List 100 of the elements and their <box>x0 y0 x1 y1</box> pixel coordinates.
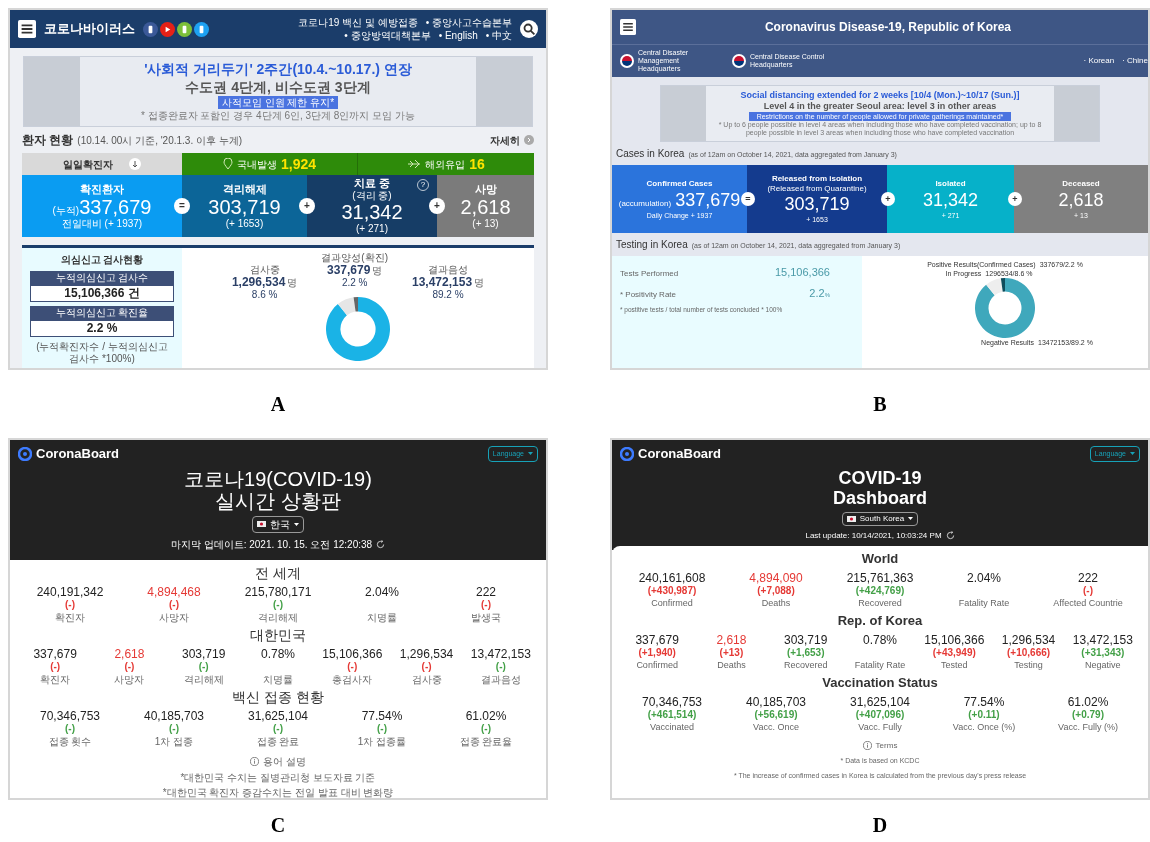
chart-percent: 2.2 % <box>341 277 368 289</box>
stat-label: Tested <box>941 659 968 671</box>
stat-label: 확진자 <box>55 611 85 623</box>
site-title: Coronavirus Disease-19, Republic of Korea <box>763 19 1013 36</box>
field-label: 누적의심신고 확진율 <box>30 306 174 320</box>
stat-label: 접종 완료 <box>256 735 300 747</box>
chart-value: 337,679 <box>326 264 371 276</box>
emblem-icon <box>620 54 634 68</box>
stat-label: Vacc. Fully <box>858 721 902 733</box>
social-media-icon[interactable] <box>177 21 192 37</box>
stat-value: 13,472,153 <box>1072 632 1133 647</box>
social-media-icon[interactable] <box>194 21 209 37</box>
chart-label: 검사중 <box>249 264 280 276</box>
page-title: COVID-19 <box>838 467 922 488</box>
search-icon[interactable] <box>520 20 538 38</box>
stat-value: 77.54% <box>361 708 403 723</box>
daily-label: 국내발생 <box>236 157 277 172</box>
section-title: Rep. of Korea <box>837 611 923 630</box>
banner-headline: '사회적 거리두기' 2주간(10.4.~10.17.) 연장 <box>144 61 412 79</box>
card-title: 확진환자 <box>80 182 124 196</box>
chart-value: 13,472,153 <box>412 276 473 288</box>
stat-value: 0.78% <box>862 632 897 647</box>
country-dropdown[interactable]: South Korea <box>841 511 919 526</box>
stat-value: 31,625,104 <box>247 708 309 723</box>
banner-tag: 사적모임 인원 제한 유지* <box>217 96 339 109</box>
stat-label: Confirmed <box>651 597 693 609</box>
stat-label: Recovered <box>783 659 828 671</box>
menu-icon[interactable] <box>620 19 636 35</box>
field-label: 누적의심신고 검사수 <box>30 271 174 285</box>
card-subtitle: (격리 중) <box>352 190 392 201</box>
formula-note: (누적확진자수 / 누적의심신고 검사수 *100%) <box>35 341 169 365</box>
stat-label: Confirmed <box>636 659 678 671</box>
stat-label: Vacc. Fully (%) <box>1058 721 1118 733</box>
card-value: 303,719 <box>208 195 281 218</box>
card-change: (+ 13) <box>472 217 499 230</box>
figure-label: C <box>270 813 286 838</box>
stat-value: 337,679 <box>33 646 77 661</box>
stat-value: 1,296,534 <box>1001 632 1056 647</box>
stat-label: Vaccinated <box>650 721 694 733</box>
menu-icon[interactable] <box>18 20 36 38</box>
stat-change: (+0.11) <box>968 708 1000 720</box>
banner-note: * 접종완료자 포함인 경우 4단계 6인, 3단계 8인까지 모임 가능 <box>141 109 415 122</box>
stat-label: 사망자 <box>159 611 189 623</box>
card-change: (+ 1653) <box>225 217 264 230</box>
section-title: Cases in Korea <box>616 147 685 161</box>
terms-link[interactable]: Terms <box>875 739 898 752</box>
stat-label: 사망자 <box>114 673 145 685</box>
stat-change: (+13) <box>719 646 744 658</box>
card-change: (+ 271) <box>356 223 388 235</box>
terms-link[interactable]: 용어 설명 <box>263 753 306 769</box>
stat-change: (-) <box>495 660 506 672</box>
stat-value: 2,618 <box>114 646 145 661</box>
social-media-icon[interactable] <box>160 21 175 37</box>
stat-value: 1,296,534 <box>399 646 454 661</box>
stat-label: Vacc. Once <box>753 721 799 733</box>
stat-label: 총검사자 <box>332 673 373 685</box>
more-link[interactable]: 자세히 <box>490 132 534 148</box>
stat-value: 70,346,753 <box>641 694 703 709</box>
stat-value: 4,894,468 <box>147 584 201 599</box>
stat-value: 215,780,171 <box>244 584 312 599</box>
figure-label: A <box>270 392 286 417</box>
stat-change: (-) <box>273 722 283 734</box>
stat-change: (-) <box>481 598 491 610</box>
refresh-icon[interactable] <box>945 531 955 540</box>
nav-link[interactable]: • 중앙방역대책본부 <box>344 29 431 42</box>
stat-value: 2.04% <box>967 570 1001 585</box>
card-value: 31,342 <box>341 201 403 223</box>
nav-link[interactable]: • 中文 <box>485 29 512 42</box>
nav-link[interactable]: 코로나19 백신 및 예방접종 <box>298 16 418 29</box>
stat-value: 15,106,366 <box>774 265 830 280</box>
stat-change: (+461,514) <box>647 708 697 720</box>
refresh-icon[interactable] <box>376 539 386 549</box>
language-link[interactable]: · Chine <box>1122 55 1148 67</box>
stat-label: 격리해제 <box>258 611 298 623</box>
figure-label: D <box>872 813 888 838</box>
arrow-down-icon <box>129 158 141 170</box>
stat-label: 확진자 <box>40 673 71 685</box>
social-media-icon[interactable] <box>143 21 158 37</box>
nav-link[interactable]: • English <box>438 29 478 42</box>
language-link[interactable]: · Korean <box>1083 55 1115 67</box>
stat-label: 발생국 <box>471 611 501 623</box>
caret-icon <box>908 517 914 520</box>
operator-sign: = <box>174 198 190 214</box>
stat-label: Fatality Rate <box>958 597 1010 609</box>
caret-icon <box>1130 452 1135 456</box>
stat-label: 1차 접종 <box>154 735 194 747</box>
stat-change: (-) <box>347 660 358 672</box>
stat-value: 2,618 <box>716 632 747 647</box>
country-dropdown[interactable]: 한국 <box>252 515 304 533</box>
site-title: 코로나바이러스 <box>44 20 135 39</box>
page-title: 실시간 상황판 <box>215 489 341 512</box>
brand-name: CoronaBoard <box>638 445 722 463</box>
card-value: 2,618 <box>1058 188 1104 211</box>
nav-link[interactable]: • 중앙사고수습본부 <box>425 16 512 29</box>
stat-change: (+0.79) <box>1072 708 1104 720</box>
stat-value: 4,894,090 <box>749 570 803 585</box>
card-value: 337,679 <box>675 188 741 211</box>
stat-change: (-) <box>65 598 75 610</box>
stat-change: (+407,096) <box>855 708 905 720</box>
card-title: 사망 <box>474 182 497 196</box>
